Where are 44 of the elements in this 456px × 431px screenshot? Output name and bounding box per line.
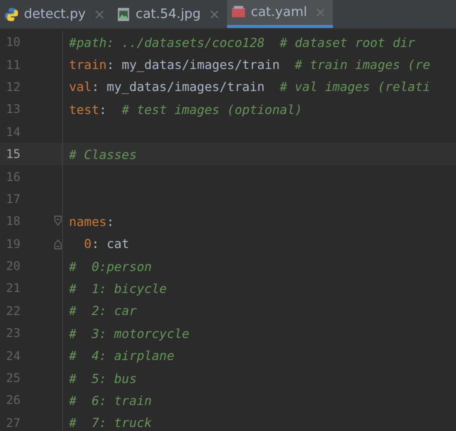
fold-icon[interactable] bbox=[54, 236, 62, 251]
line-number: 23 bbox=[5, 326, 22, 340]
image-file-icon bbox=[116, 6, 131, 22]
line-number: 26 bbox=[5, 393, 22, 408]
close-icon[interactable] bbox=[210, 10, 219, 18]
line-number: 17 bbox=[5, 192, 22, 206]
close-icon[interactable] bbox=[94, 10, 104, 18]
code-line: val: my_datas/images/train # val images (relati bbox=[69, 79, 430, 94]
code-line: # 1: bicycle bbox=[69, 280, 167, 296]
line-number: 12 bbox=[5, 80, 22, 94]
line-number: 15 bbox=[5, 147, 22, 162]
code-line: # 4: airplane bbox=[69, 348, 174, 364]
code-line: 0: cat bbox=[83, 236, 130, 252]
code-line: # 2: car bbox=[69, 303, 137, 318]
line-number: 11 bbox=[5, 58, 22, 72]
line-number: 22 bbox=[5, 304, 22, 318]
code-line: names: bbox=[69, 214, 114, 229]
line-number: 25 bbox=[5, 371, 22, 386]
line-number: 13 bbox=[5, 102, 22, 116]
line-number: 16 bbox=[5, 170, 22, 184]
line-number: 18 bbox=[5, 214, 22, 228]
file-tab[interactable]: cat.yaml bbox=[226, 0, 334, 28]
line-number: 20 bbox=[5, 259, 22, 274]
close-icon[interactable] bbox=[316, 8, 326, 17]
code-line: # 3: motorcycle bbox=[69, 326, 190, 341]
code-line: train: my_datas/images/train # train images (re bbox=[69, 57, 430, 72]
file-tab[interactable]: cat.54.jpg bbox=[112, 0, 227, 28]
code-line: # 0:person bbox=[69, 258, 152, 274]
line-number: 27 bbox=[5, 416, 22, 430]
python-file-icon bbox=[4, 6, 19, 22]
line-number: 24 bbox=[5, 348, 22, 363]
code-line: # 5: bus bbox=[69, 370, 137, 386]
code-line: # 7: truck bbox=[69, 415, 152, 430]
line-number: 19 bbox=[5, 236, 22, 251]
line-number: 14 bbox=[5, 124, 22, 139]
yaml-file-icon bbox=[230, 5, 246, 20]
line-number: 21 bbox=[5, 281, 22, 296]
line-number: 10 bbox=[5, 35, 22, 50]
file-tab[interactable]: detect.py bbox=[0, 0, 112, 28]
fold-icon[interactable] bbox=[54, 214, 62, 228]
code-line: test: # test images (optional) bbox=[69, 102, 302, 117]
code-line: # 6: train bbox=[69, 392, 152, 408]
code-line: # Classes bbox=[69, 146, 137, 162]
code-line: #path: ../datasets/coco128 # dataset root dir bbox=[69, 34, 416, 50]
